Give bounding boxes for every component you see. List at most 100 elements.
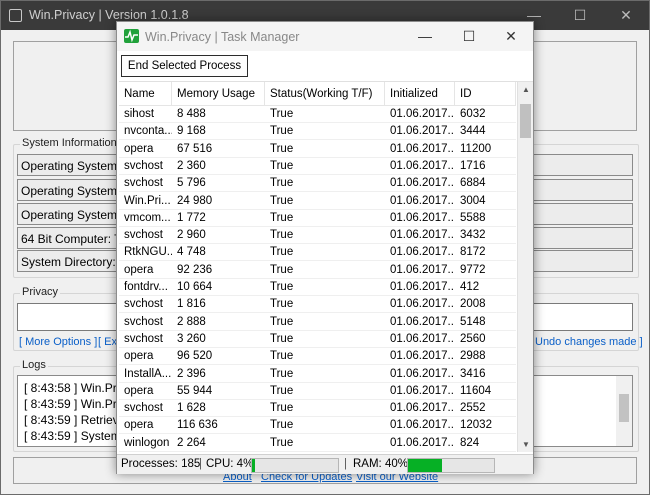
scroll-up-icon[interactable]: ▲	[518, 82, 533, 98]
column-header-name[interactable]: Name	[119, 82, 172, 106]
cell-initialized: 01.06.2017...	[390, 384, 455, 397]
privacy-label: Privacy	[20, 286, 61, 298]
process-scroll-thumb[interactable]	[520, 104, 531, 138]
cell-memory: 8 488	[177, 108, 206, 120]
cell-memory: 4 748	[177, 246, 206, 259]
cell-status: True	[270, 402, 294, 415]
cell-memory: 5 796	[177, 177, 206, 190]
cell-memory: 9 168	[177, 125, 206, 138]
table-row[interactable]: svchost 3 260 True 01.06.2017... 2560	[119, 331, 516, 348]
cell-id: 412	[460, 281, 480, 293]
cell-status: True	[270, 194, 294, 207]
cell-name: opera	[124, 350, 154, 363]
cell-memory: 92 236	[177, 263, 213, 276]
table-row[interactable]: opera 67 516 True 01.06.2017... 11200	[119, 141, 516, 158]
table-row[interactable]: vmcom... 1 772 True 01.06.2017... 5588	[119, 210, 516, 227]
cell-initialized: 01.06.2017...	[390, 177, 455, 190]
cell-id: 6032	[460, 108, 486, 120]
cell-initialized: 01.06.2017...	[390, 436, 455, 449]
process-table-scrollbar[interactable]: ▲ ▼	[517, 82, 533, 452]
cell-status: True	[270, 177, 294, 190]
table-row[interactable]: svchost 2 360 True 01.06.2017... 1716	[119, 158, 516, 175]
table-row[interactable]: RtkNGU... 4 748 True 01.06.2017... 8172	[119, 244, 516, 262]
cell-name: svchost	[124, 402, 163, 415]
cell-name: sihost	[124, 108, 155, 120]
cell-status: True	[270, 108, 294, 120]
column-header-initialized[interactable]: Initialized	[385, 82, 455, 106]
cell-name: svchost	[124, 332, 163, 345]
table-row[interactable]: svchost 2 888 True 01.06.2017... 5148	[119, 314, 516, 331]
table-row[interactable]: svchost 5 796 True 01.06.2017... 6884	[119, 175, 516, 193]
cell-id: 9772	[460, 263, 486, 276]
cell-name: RtkNGU...	[124, 246, 172, 259]
cell-initialized: 01.06.2017...	[390, 281, 455, 293]
column-header-id[interactable]: ID	[455, 82, 516, 106]
main-maximize-button[interactable]: ☐	[557, 1, 603, 30]
ram-progress-bar	[407, 458, 495, 473]
table-row[interactable]: winlogon 2 264 True 01.06.2017... 824	[119, 435, 516, 452]
table-row[interactable]: sihost 8 488 True 01.06.2017... 6032	[119, 106, 516, 123]
cell-initialized: 01.06.2017...	[390, 350, 455, 363]
pulse-icon-graphic	[125, 29, 138, 43]
cell-memory: 2 360	[177, 159, 206, 172]
cell-status: True	[270, 125, 294, 138]
log-line: [ 8:43:59 ] Retriev	[24, 413, 119, 427]
cell-memory: 116 636	[177, 419, 218, 432]
cell-memory: 24 980	[177, 194, 213, 207]
table-row[interactable]: opera 92 236 True 01.06.2017... 9772	[119, 262, 516, 279]
cell-initialized: 01.06.2017...	[390, 402, 455, 415]
cell-id: 6884	[460, 177, 486, 190]
process-table-header: Name Memory Usage Status(Working T/F) In…	[119, 82, 516, 106]
process-table[interactable]: Name Memory Usage Status(Working T/F) In…	[119, 81, 533, 452]
cell-name: opera	[124, 142, 154, 155]
tm-close-button[interactable]: ✕	[489, 22, 533, 51]
cell-status: True	[270, 281, 294, 293]
table-row[interactable]: svchost 1 628 True 01.06.2017... 2552	[119, 400, 516, 418]
cell-id: 3444	[460, 125, 486, 138]
cell-initialized: 01.06.2017...	[390, 108, 455, 120]
table-row[interactable]: nvconta... 9 168 True 01.06.2017... 3444	[119, 123, 516, 141]
cell-name: svchost	[124, 298, 163, 311]
cell-id: 11200	[460, 142, 492, 155]
table-row[interactable]: opera 96 520 True 01.06.2017... 2988	[119, 348, 516, 366]
cell-initialized: 01.06.2017...	[390, 367, 455, 380]
table-row[interactable]: fontdrv... 10 664 True 01.06.2017... 412	[119, 279, 516, 296]
cell-status: True	[270, 246, 294, 259]
cell-memory: 1 772	[177, 211, 206, 224]
tm-minimize-button[interactable]: —	[403, 22, 447, 51]
cell-memory: 2 960	[177, 229, 206, 242]
logs-scrollbar[interactable]	[616, 376, 632, 446]
cpu-progress-fill	[252, 459, 256, 472]
table-row[interactable]: svchost 2 960 True 01.06.2017... 3432	[119, 227, 516, 245]
cell-initialized: 01.06.2017...	[390, 263, 455, 276]
main-window-title: Win.Privacy | Version 1.0.1.8	[29, 8, 189, 22]
log-line: [ 8:43:59 ] System	[24, 429, 121, 443]
table-row[interactable]: opera 116 636 True 01.06.2017... 12032	[119, 417, 516, 435]
app-icon	[9, 9, 22, 22]
tm-maximize-button[interactable]: ☐	[447, 22, 491, 51]
table-row[interactable]: opera 55 944 True 01.06.2017... 11604	[119, 383, 516, 400]
scroll-down-icon[interactable]: ▼	[518, 437, 533, 452]
task-manager-window: Win.Privacy | Task Manager — ☐ ✕ End Sel…	[116, 21, 534, 474]
table-row[interactable]: InstallA... 2 396 True 01.06.2017... 3416	[119, 366, 516, 383]
logs-scroll-thumb[interactable]	[619, 394, 629, 422]
cell-status: True	[270, 315, 294, 328]
cell-id: 824	[460, 436, 480, 449]
cell-name: opera	[124, 419, 154, 432]
column-header-status[interactable]: Status(Working T/F)	[265, 82, 385, 106]
end-selected-process-button[interactable]: End Selected Process	[121, 55, 248, 77]
task-manager-title-bar[interactable]: Win.Privacy | Task Manager — ☐ ✕	[117, 22, 533, 51]
main-close-button[interactable]: ✕	[603, 1, 649, 30]
undo-changes-link[interactable]: Undo changes made ]	[535, 336, 643, 348]
status-separator: |	[344, 458, 347, 470]
process-count: Processes: 185	[121, 458, 201, 470]
table-row[interactable]: svchost 1 816 True 01.06.2017... 2008	[119, 296, 516, 314]
cell-id: 12032	[460, 419, 492, 432]
cell-name: winlogon	[124, 436, 170, 449]
cell-memory: 2 396	[177, 367, 206, 380]
column-header-memory[interactable]: Memory Usage	[172, 82, 265, 106]
cell-name: vmcom...	[124, 211, 171, 224]
table-row[interactable]: Win.Pri... 24 980 True 01.06.2017... 3004	[119, 193, 516, 210]
more-options-link[interactable]: [ More Options ]	[19, 336, 97, 348]
cell-id: 3004	[460, 194, 486, 207]
